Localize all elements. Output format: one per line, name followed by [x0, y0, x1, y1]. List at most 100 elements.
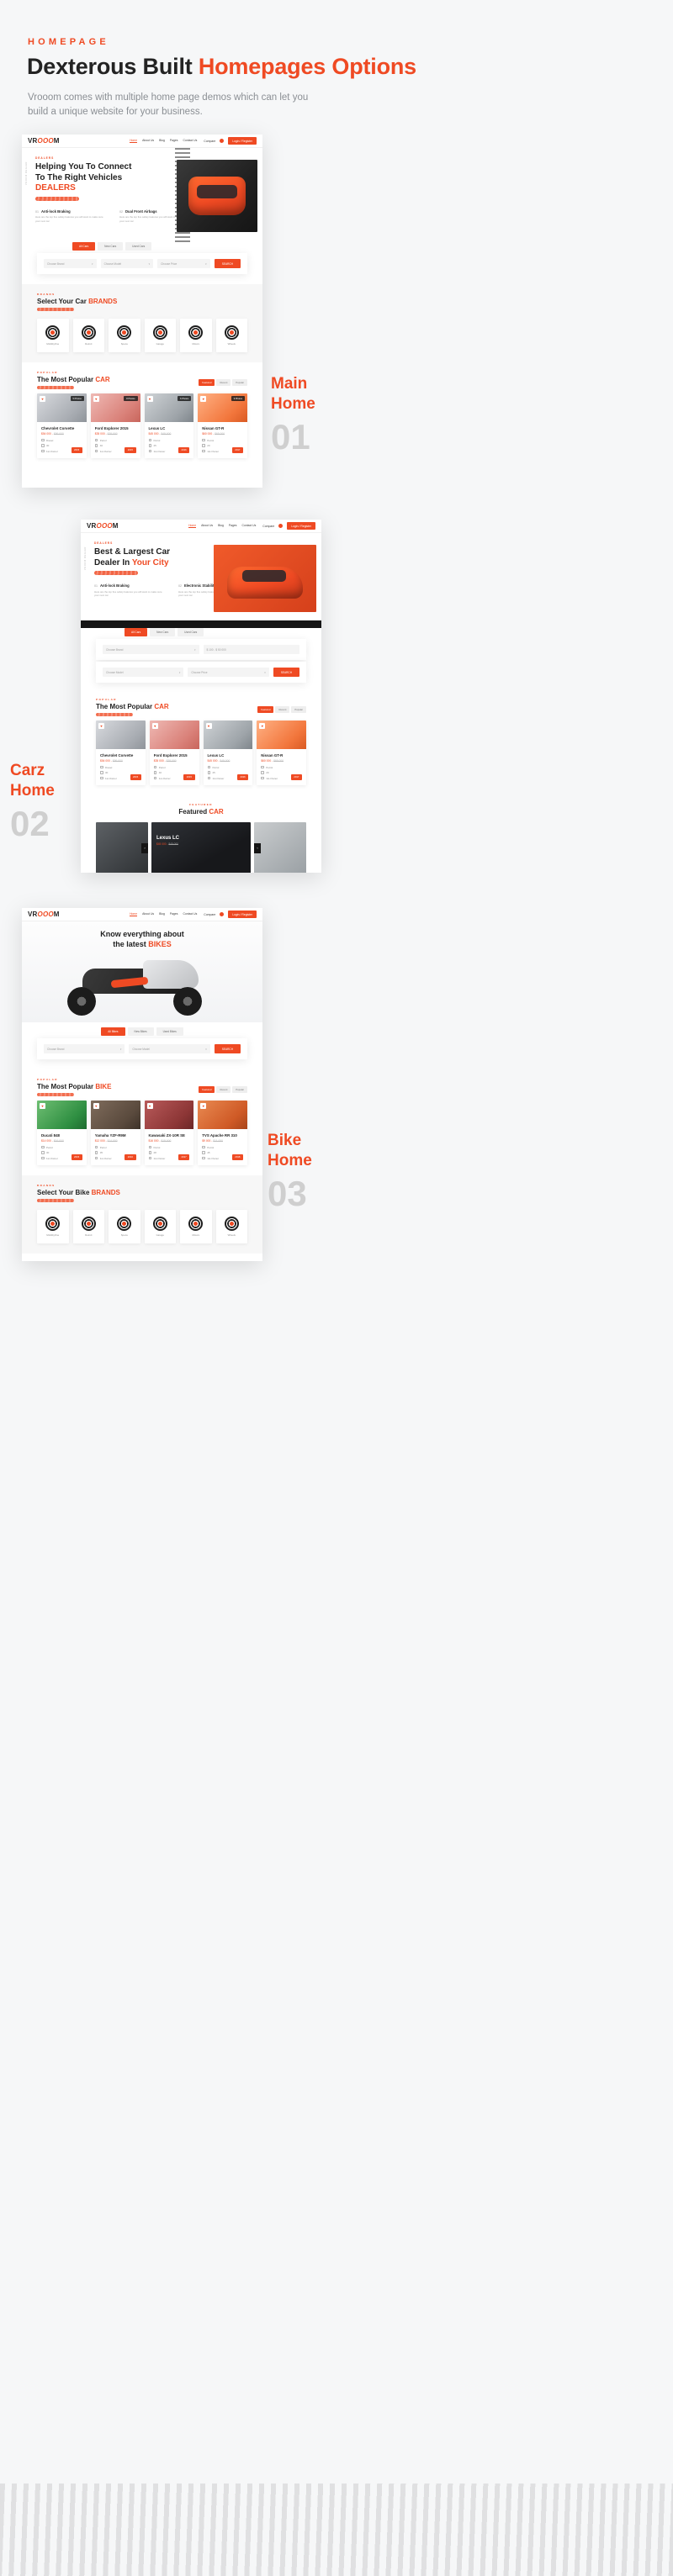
featured-slide-active[interactable]: Lexus LC $45 000 - $48 000 [151, 821, 251, 873]
car-card[interactable]: ♥ 9 Photos Nissan GT-R $60 000 - $65 000 … [198, 393, 247, 458]
nav-link-about[interactable]: About Us [142, 139, 154, 143]
brand-card[interactable]: Motors [180, 319, 212, 352]
brand-card[interactable]: Detroit [72, 319, 104, 352]
popular-tab-recent[interactable]: Recent [216, 379, 231, 386]
favorite-icon[interactable]: ♥ [146, 1103, 153, 1109]
logo[interactable]: VROOOM [87, 522, 119, 530]
price-select[interactable]: Choose Price ▾ [157, 259, 210, 268]
bike-card[interactable]: ♥ Kawasaki ZX-10R SE $16 000 - $18 000 P… [144, 1101, 194, 1165]
logo[interactable]: VROOOM [28, 911, 60, 918]
nav-link-about[interactable]: About Us [142, 912, 154, 916]
logo[interactable]: VROOOM [28, 137, 60, 145]
brand-card[interactable]: Wheels [215, 1209, 247, 1243]
car-card[interactable]: ♥ Lexus LC $45 000 - $48 000 Petrol 25 1st… [203, 721, 253, 785]
favorite-icon[interactable]: ♥ [40, 1103, 45, 1109]
compare-link[interactable]: Compare [204, 913, 215, 916]
popular-tab-featured[interactable]: Featured [257, 706, 274, 713]
speed-icon [202, 1151, 205, 1154]
popular-tab-recent[interactable]: Recent [275, 706, 290, 713]
favorite-icon[interactable]: ♥ [146, 396, 153, 402]
bike-card[interactable]: ♥ TVS Apache RR 310 $9 000 - $11 000 Pet… [198, 1101, 247, 1165]
filter-tab-new-bikes[interactable]: New Bikes [127, 1027, 154, 1036]
favorite-icon[interactable]: ♥ [98, 723, 104, 729]
favorite-icon[interactable]: ♥ [93, 1103, 99, 1109]
brand-card[interactable]: Detroit [72, 1209, 104, 1243]
nav-link-blog[interactable]: Blog [159, 139, 165, 143]
compare-link[interactable]: Compare [204, 140, 215, 143]
featured-slide-next[interactable]: ‹ [254, 821, 306, 873]
car-card[interactable]: ♥ Nissan GT-R $60 000 - $65 000 Petrol 20… [257, 721, 306, 785]
prev-arrow-icon[interactable]: ‹ [254, 842, 261, 853]
brand-card[interactable]: Garage [144, 319, 176, 352]
nav-link-home[interactable]: Home [130, 912, 138, 916]
nav-link-about[interactable]: About Us [201, 524, 213, 528]
brand-card[interactable]: Wheels [215, 319, 247, 352]
car-card[interactable]: ♥ 6 Photos Lexus LC $45 000 - $48 000 Pet… [144, 393, 194, 458]
mockup-main-home[interactable]: VROOOM Home About Us Blog Pages Contact … [22, 135, 262, 488]
brand-card[interactable]: Speca [109, 1209, 140, 1243]
filter-tab-all-cars[interactable]: All Cars [125, 628, 148, 636]
login-register-button[interactable]: Login / Register [287, 522, 315, 530]
brand-card[interactable]: Garage [144, 1209, 176, 1243]
next-arrow-icon[interactable]: › [141, 842, 148, 853]
login-register-button[interactable]: Login / Register [228, 911, 257, 918]
popular-tab-featured[interactable]: Featured [199, 1086, 215, 1093]
filter-tab-used-cars[interactable]: Used Cars [178, 628, 204, 636]
car-card[interactable]: ♥ 5 Photos Chevrolet Corvette $54 000 - $… [37, 393, 87, 458]
popular-tab-popular[interactable]: Popular [291, 706, 306, 713]
bike-card[interactable]: ♥ Ducati 848 $14 000 - $16 000 Petrol 30 1… [37, 1101, 87, 1165]
favorite-icon[interactable]: ♥ [200, 396, 207, 402]
filter-tab-used-bikes[interactable]: Used Bikes [156, 1027, 183, 1036]
brand-select[interactable]: Choose Brand ▾ [44, 1044, 125, 1053]
nav-link-pages[interactable]: Pages [170, 912, 178, 916]
filter-tab-all-cars[interactable]: All Cars [72, 242, 96, 251]
favorite-icon[interactable]: ♥ [259, 723, 266, 729]
brand-card[interactable]: MobilityOne [37, 319, 69, 352]
favorite-icon[interactable]: ♥ [205, 723, 212, 729]
car-card[interactable]: ♥ Chevrolet Corvette $54 000 - $56 000 D… [96, 721, 146, 785]
nav-link-blog[interactable]: Blog [218, 524, 224, 528]
nav-link-contact[interactable]: Contact Us [183, 912, 198, 916]
nav-link-contact[interactable]: Contact Us [183, 139, 198, 143]
favorite-icon[interactable]: ♥ [200, 1103, 207, 1109]
model-select[interactable]: Choose Model ▾ [100, 259, 154, 268]
nav-link-home[interactable]: Home [130, 139, 138, 143]
filter-tab-all-bikes[interactable]: All Bikes [101, 1027, 125, 1036]
compare-link[interactable]: Compare [262, 525, 274, 528]
brand-card[interactable]: Speca [109, 319, 140, 352]
filter-tab-used-cars[interactable]: Used Cars [125, 242, 152, 251]
login-register-button[interactable]: Login / Register [228, 137, 257, 145]
nav-link-blog[interactable]: Blog [159, 912, 165, 916]
nav-link-contact[interactable]: Contact Us [242, 524, 257, 528]
bike-card[interactable]: ♥ Yamaha YZF-R9M $12 000 - $14 000 Petro… [90, 1101, 140, 1165]
search-button[interactable]: SEARCH [214, 1044, 241, 1053]
car-card[interactable]: ♥ Ford Explorer 2015 $35 000 - $38 000 P… [149, 721, 199, 785]
favorite-icon[interactable]: ♥ [93, 396, 99, 402]
popular-tab-featured[interactable]: Featured [199, 379, 215, 386]
price-select[interactable]: Choose Price ▾ [188, 668, 269, 677]
popular-tab-recent[interactable]: Recent [216, 1086, 231, 1093]
brand-card[interactable]: MobilityOne [37, 1209, 69, 1243]
popular-tab-popular[interactable]: Popular [232, 379, 247, 386]
price-range-display[interactable]: $ 100 - $ 50 000 [203, 645, 299, 654]
search-button[interactable]: SEARCH [273, 668, 300, 677]
model-select[interactable]: Choose Model ▾ [103, 668, 184, 677]
search-button[interactable]: SEARCH [214, 259, 241, 268]
label-line2: Home [271, 395, 315, 413]
favorite-icon[interactable]: ♥ [40, 396, 45, 402]
featured-slide-prev[interactable]: › [96, 821, 148, 873]
brand-card[interactable]: Motors [180, 1209, 212, 1243]
nav-link-home[interactable]: Home [188, 524, 197, 528]
favorite-icon[interactable]: ♥ [151, 723, 158, 729]
brand-select[interactable]: Choose Brand ▾ [44, 259, 97, 268]
popular-tab-popular[interactable]: Popular [232, 1086, 247, 1093]
nav-link-pages[interactable]: Pages [170, 139, 178, 143]
nav-link-pages[interactable]: Pages [229, 524, 237, 528]
model-select[interactable]: Choose Model ▾ [129, 1044, 210, 1053]
mockup-bike-home[interactable]: VROOOM Home About Us Blog Pages Contact … [22, 908, 262, 1261]
mockup-carz-home[interactable]: VROOOM Home About Us Blog Pages Contact … [81, 520, 321, 873]
filter-tab-new-cars[interactable]: New Cars [150, 628, 176, 636]
brand-select[interactable]: Choose Brand ▾ [103, 645, 199, 654]
filter-tab-new-cars[interactable]: New Cars [98, 242, 124, 251]
car-card[interactable]: ♥ 8 Photos Ford Explorer 2015 $35 000 - $… [90, 393, 140, 458]
